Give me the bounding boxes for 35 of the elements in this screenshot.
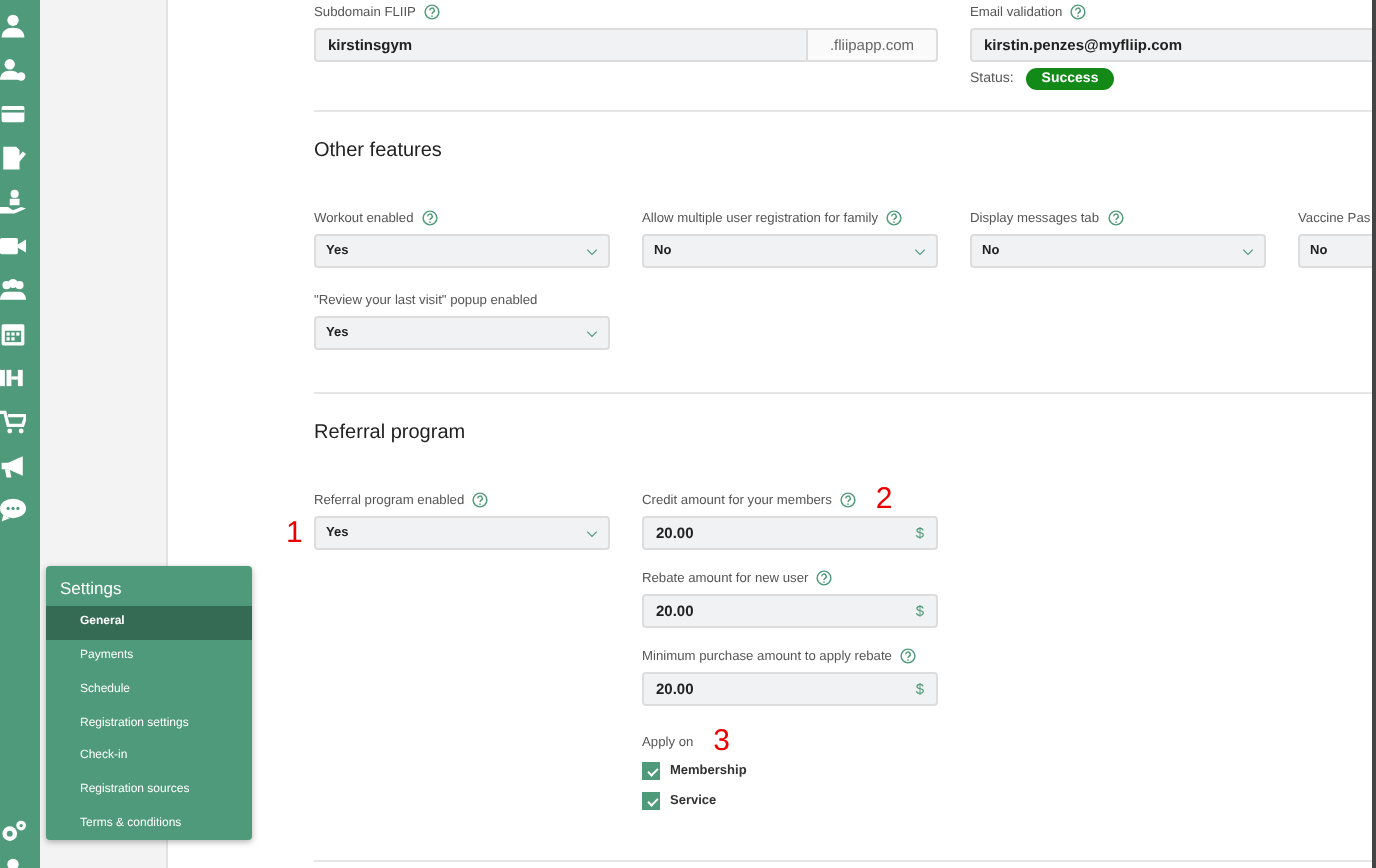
help-icon[interactable] [423,4,440,20]
help-icon[interactable] [886,210,902,226]
document-edit-icon[interactable] [0,144,26,172]
help-icon[interactable] [899,648,916,664]
checkbox[interactable] [642,792,660,810]
help-icon[interactable] [472,492,489,508]
chevron-icon [1242,247,1254,255]
help-icon[interactable] [816,570,833,586]
checkbox[interactable] [642,762,660,780]
help-icon[interactable] [839,492,856,508]
cart-icon[interactable] [0,408,26,436]
annotation-number: 3 [713,732,731,752]
help-icon[interactable] [1107,210,1124,226]
section-title: Other features [314,140,444,162]
video-icon[interactable] [0,232,26,260]
help-icon[interactable] [1070,4,1087,20]
card-icon[interactable] [0,100,26,128]
chat-icon[interactable] [0,496,26,524]
chevron-icon [586,247,598,255]
menu-title: Settings [58,576,124,602]
section-title: Referral program [314,422,468,444]
person-gear-icon[interactable] [0,56,26,84]
calendar-icon[interactable] [0,320,26,348]
hand-person-icon[interactable] [0,188,26,216]
gears-icon[interactable] [0,818,26,846]
annotation-number: 2 [875,490,893,510]
chevron-icon [586,329,598,337]
chevron-icon [586,529,598,537]
megaphone-icon[interactable] [0,452,26,480]
group-icon[interactable] [0,276,26,304]
help-icon[interactable] [421,210,438,226]
chevron-icon [914,247,926,255]
annotation-number: 1 [286,516,303,550]
dumbbell-icon[interactable] [0,364,26,392]
person-icon[interactable] [0,12,26,40]
